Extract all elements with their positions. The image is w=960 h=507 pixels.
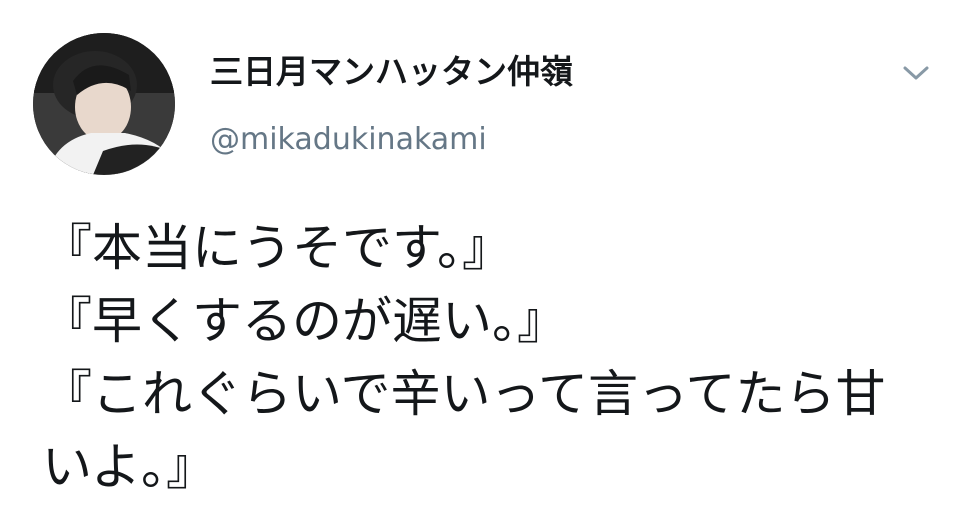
author-avatar[interactable] xyxy=(33,33,175,175)
chevron-down-icon xyxy=(903,66,929,80)
tweet-text-line: 『これぐらいで辛いって言ってたら甘いよ。』 xyxy=(42,365,886,496)
tweet-text-line: 『本当にうそです。』 xyxy=(42,219,512,277)
profile-photo-icon xyxy=(33,33,175,175)
tweet-menu-button[interactable] xyxy=(896,56,936,90)
tweet-text-line: 『早くするのが遅い。』 xyxy=(42,292,567,350)
tweet-card: 三日月マンハッタン仲嶺 @mikadukinakami 『本当にうそです。』 『… xyxy=(0,0,960,507)
author-display-name[interactable]: 三日月マンハッタン仲嶺 xyxy=(210,50,573,94)
tweet-text: 『本当にうそです。』 『早くするのが遅い。』 『これぐらいで辛いって言ってたら甘… xyxy=(42,212,922,504)
author-handle[interactable]: @mikadukinakami xyxy=(210,118,487,162)
